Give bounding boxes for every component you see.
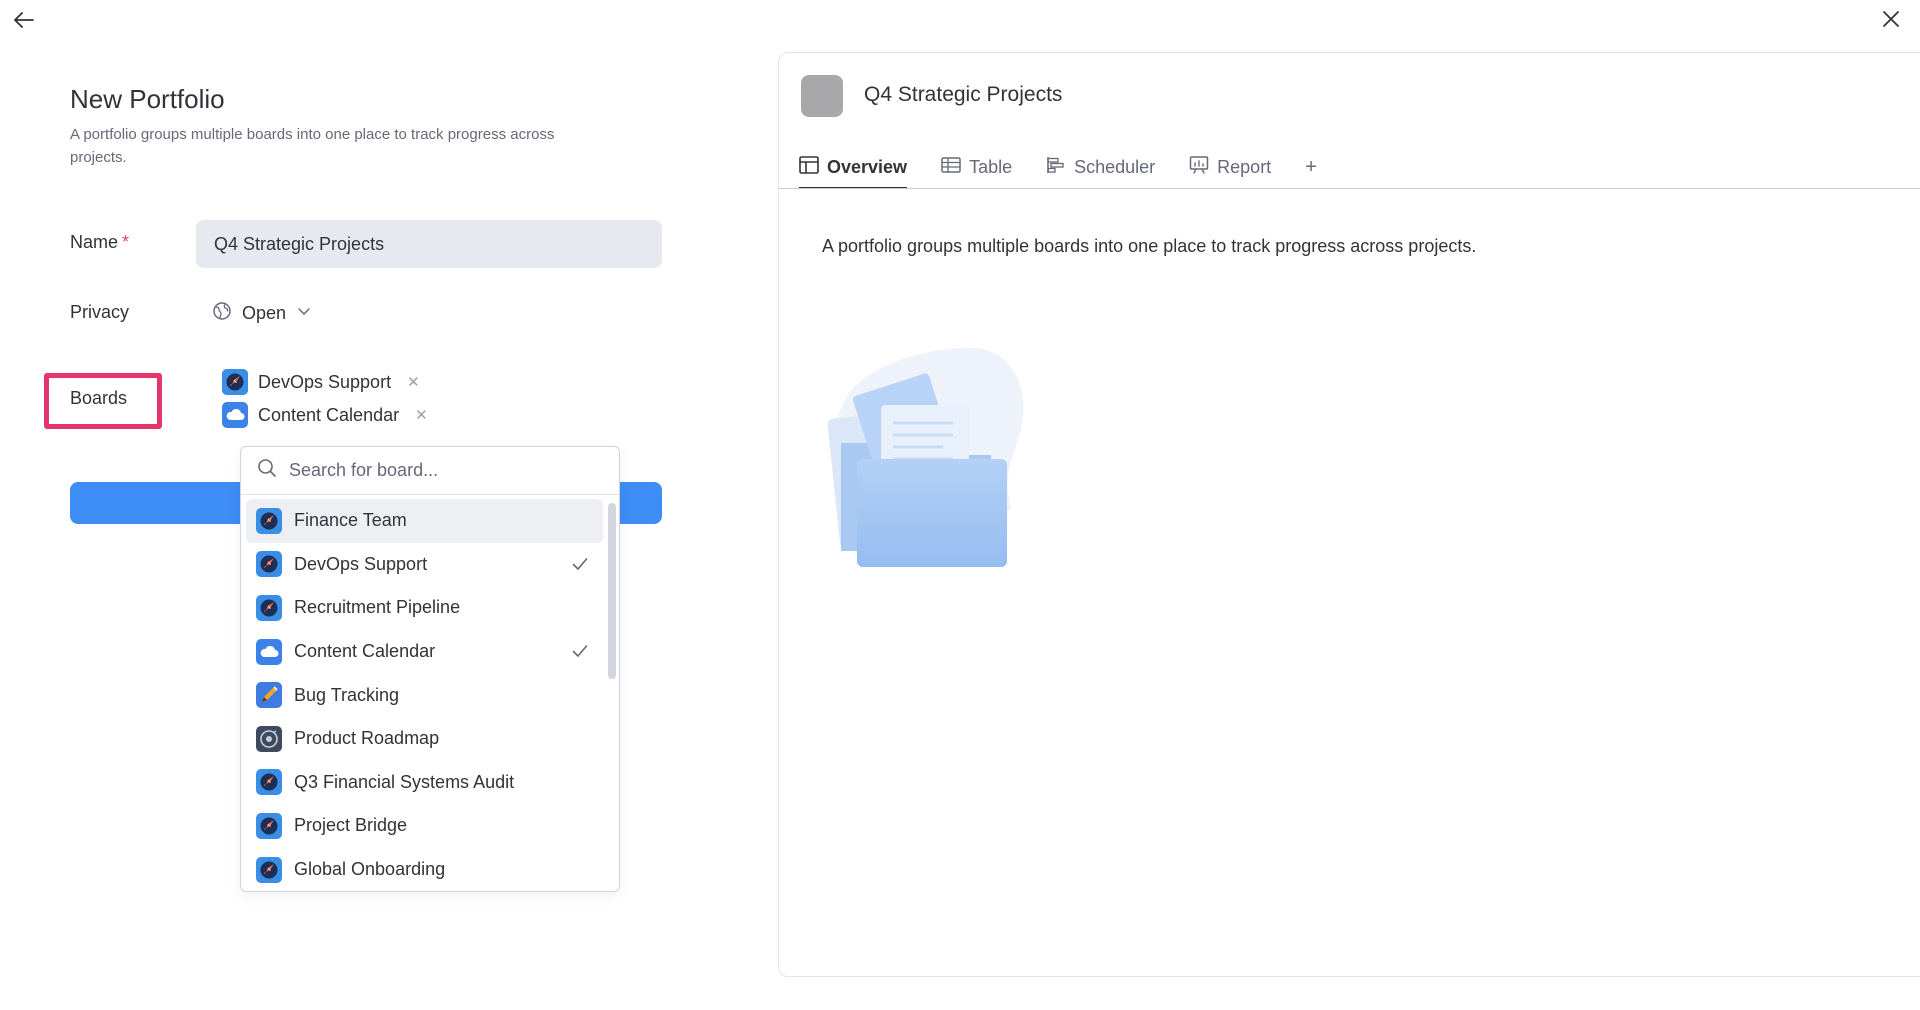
chip-remove-icon[interactable]: ✕ bbox=[415, 406, 428, 424]
chip-remove-icon[interactable]: ✕ bbox=[407, 373, 420, 391]
tab-label: Scheduler bbox=[1074, 156, 1156, 177]
rocket-board-icon bbox=[256, 856, 282, 883]
tabs-divider bbox=[779, 188, 1920, 189]
close-icon[interactable] bbox=[1874, 2, 1908, 36]
checkmark-icon bbox=[571, 642, 589, 665]
view-tabs: Overview Table Scheduler Report + bbox=[799, 147, 1317, 189]
board-option[interactable]: Product Roadmap bbox=[246, 717, 603, 761]
chevron-down-icon bbox=[296, 303, 312, 324]
tab-scheduler[interactable]: Scheduler bbox=[1046, 147, 1155, 187]
portfolio-preview: Q4 Strategic Projects Overview Table Sch… bbox=[778, 52, 1920, 977]
cloud-board-icon bbox=[222, 402, 248, 428]
dropdown-scrollbar[interactable] bbox=[608, 503, 616, 679]
pencil-board-icon bbox=[256, 682, 282, 709]
board-option[interactable]: Finance Team bbox=[246, 499, 603, 543]
rocket-board-icon bbox=[256, 551, 282, 578]
boards-label: Boards bbox=[70, 388, 128, 408]
folder-illustration-icon bbox=[821, 343, 1061, 573]
board-option-label: Finance Team bbox=[294, 510, 407, 531]
checkmark-icon bbox=[571, 555, 589, 578]
board-option-label: Recruitment Pipeline bbox=[294, 597, 461, 618]
selected-board-chip[interactable]: Content Calendar ✕ bbox=[218, 400, 438, 430]
overview-icon bbox=[799, 155, 819, 179]
board-option-label: Q3 Financial Systems Audit bbox=[294, 771, 515, 792]
board-option[interactable]: Global Onboarding bbox=[246, 848, 603, 891]
tab-overview[interactable]: Overview bbox=[799, 147, 908, 189]
back-arrow-icon[interactable] bbox=[8, 4, 40, 36]
board-dropdown: Finance Team DevOps Support Recruitment … bbox=[240, 446, 620, 892]
required-marker: * bbox=[122, 232, 130, 252]
board-search bbox=[241, 447, 619, 495]
rocket-board-icon bbox=[256, 812, 282, 839]
tab-table[interactable]: Table bbox=[941, 147, 1012, 187]
board-option[interactable]: Recruitment Pipeline bbox=[246, 586, 603, 630]
privacy-value: Open bbox=[242, 302, 287, 323]
privacy-label: Privacy bbox=[70, 302, 130, 322]
name-input-value: Q4 Strategic Projects bbox=[214, 233, 385, 254]
board-search-input[interactable] bbox=[289, 460, 589, 481]
preview-title: Q4 Strategic Projects bbox=[864, 83, 1063, 106]
portfolio-avatar bbox=[801, 75, 843, 117]
tab-label: Overview bbox=[827, 156, 908, 177]
board-option-label: Global Onboarding bbox=[294, 859, 446, 880]
tab-label: Table bbox=[969, 156, 1013, 177]
table-icon bbox=[941, 156, 961, 179]
rocket-board-icon bbox=[256, 769, 282, 796]
board-option[interactable]: Bug Tracking bbox=[246, 673, 603, 717]
name-input[interactable]: Q4 Strategic Projects bbox=[196, 220, 662, 268]
selected-board-chip[interactable]: DevOps Support ✕ bbox=[218, 367, 430, 397]
tab-report[interactable]: Report bbox=[1189, 147, 1271, 187]
rocket-board-icon bbox=[222, 369, 248, 395]
form-description: A portfolio groups multiple boards into … bbox=[70, 126, 555, 166]
disc-board-icon bbox=[256, 725, 282, 752]
board-option[interactable]: Content Calendar bbox=[246, 630, 603, 674]
board-option[interactable]: Project Bridge bbox=[246, 804, 603, 848]
scheduler-icon bbox=[1046, 156, 1066, 179]
rocket-board-icon bbox=[256, 594, 282, 621]
board-option[interactable]: DevOps Support bbox=[246, 543, 603, 587]
board-option-label: DevOps Support bbox=[294, 553, 428, 574]
board-list: Finance Team DevOps Support Recruitment … bbox=[241, 495, 619, 891]
form-title: New Portfolio bbox=[70, 84, 225, 114]
chip-label: DevOps Support bbox=[258, 371, 392, 392]
rocket-board-icon bbox=[256, 507, 282, 534]
chip-label: Content Calendar bbox=[258, 404, 400, 425]
preview-description: A portfolio groups multiple boards into … bbox=[822, 236, 1477, 256]
cloud-board-icon bbox=[256, 638, 282, 665]
search-icon bbox=[257, 458, 277, 483]
add-tab-button[interactable]: + bbox=[1305, 147, 1317, 187]
board-option[interactable]: Q3 Financial Systems Audit bbox=[246, 761, 603, 805]
name-label-text: Name bbox=[70, 232, 119, 252]
report-icon bbox=[1189, 155, 1209, 180]
board-option-label: Content Calendar bbox=[294, 641, 436, 662]
tab-label: Report bbox=[1217, 156, 1272, 177]
board-option-label: Product Roadmap bbox=[294, 728, 440, 749]
globe-icon bbox=[212, 301, 232, 326]
privacy-select[interactable]: Open bbox=[212, 298, 312, 328]
board-option-label: Bug Tracking bbox=[294, 684, 400, 705]
name-label: Name * bbox=[70, 232, 129, 253]
board-option-label: Project Bridge bbox=[294, 815, 408, 836]
